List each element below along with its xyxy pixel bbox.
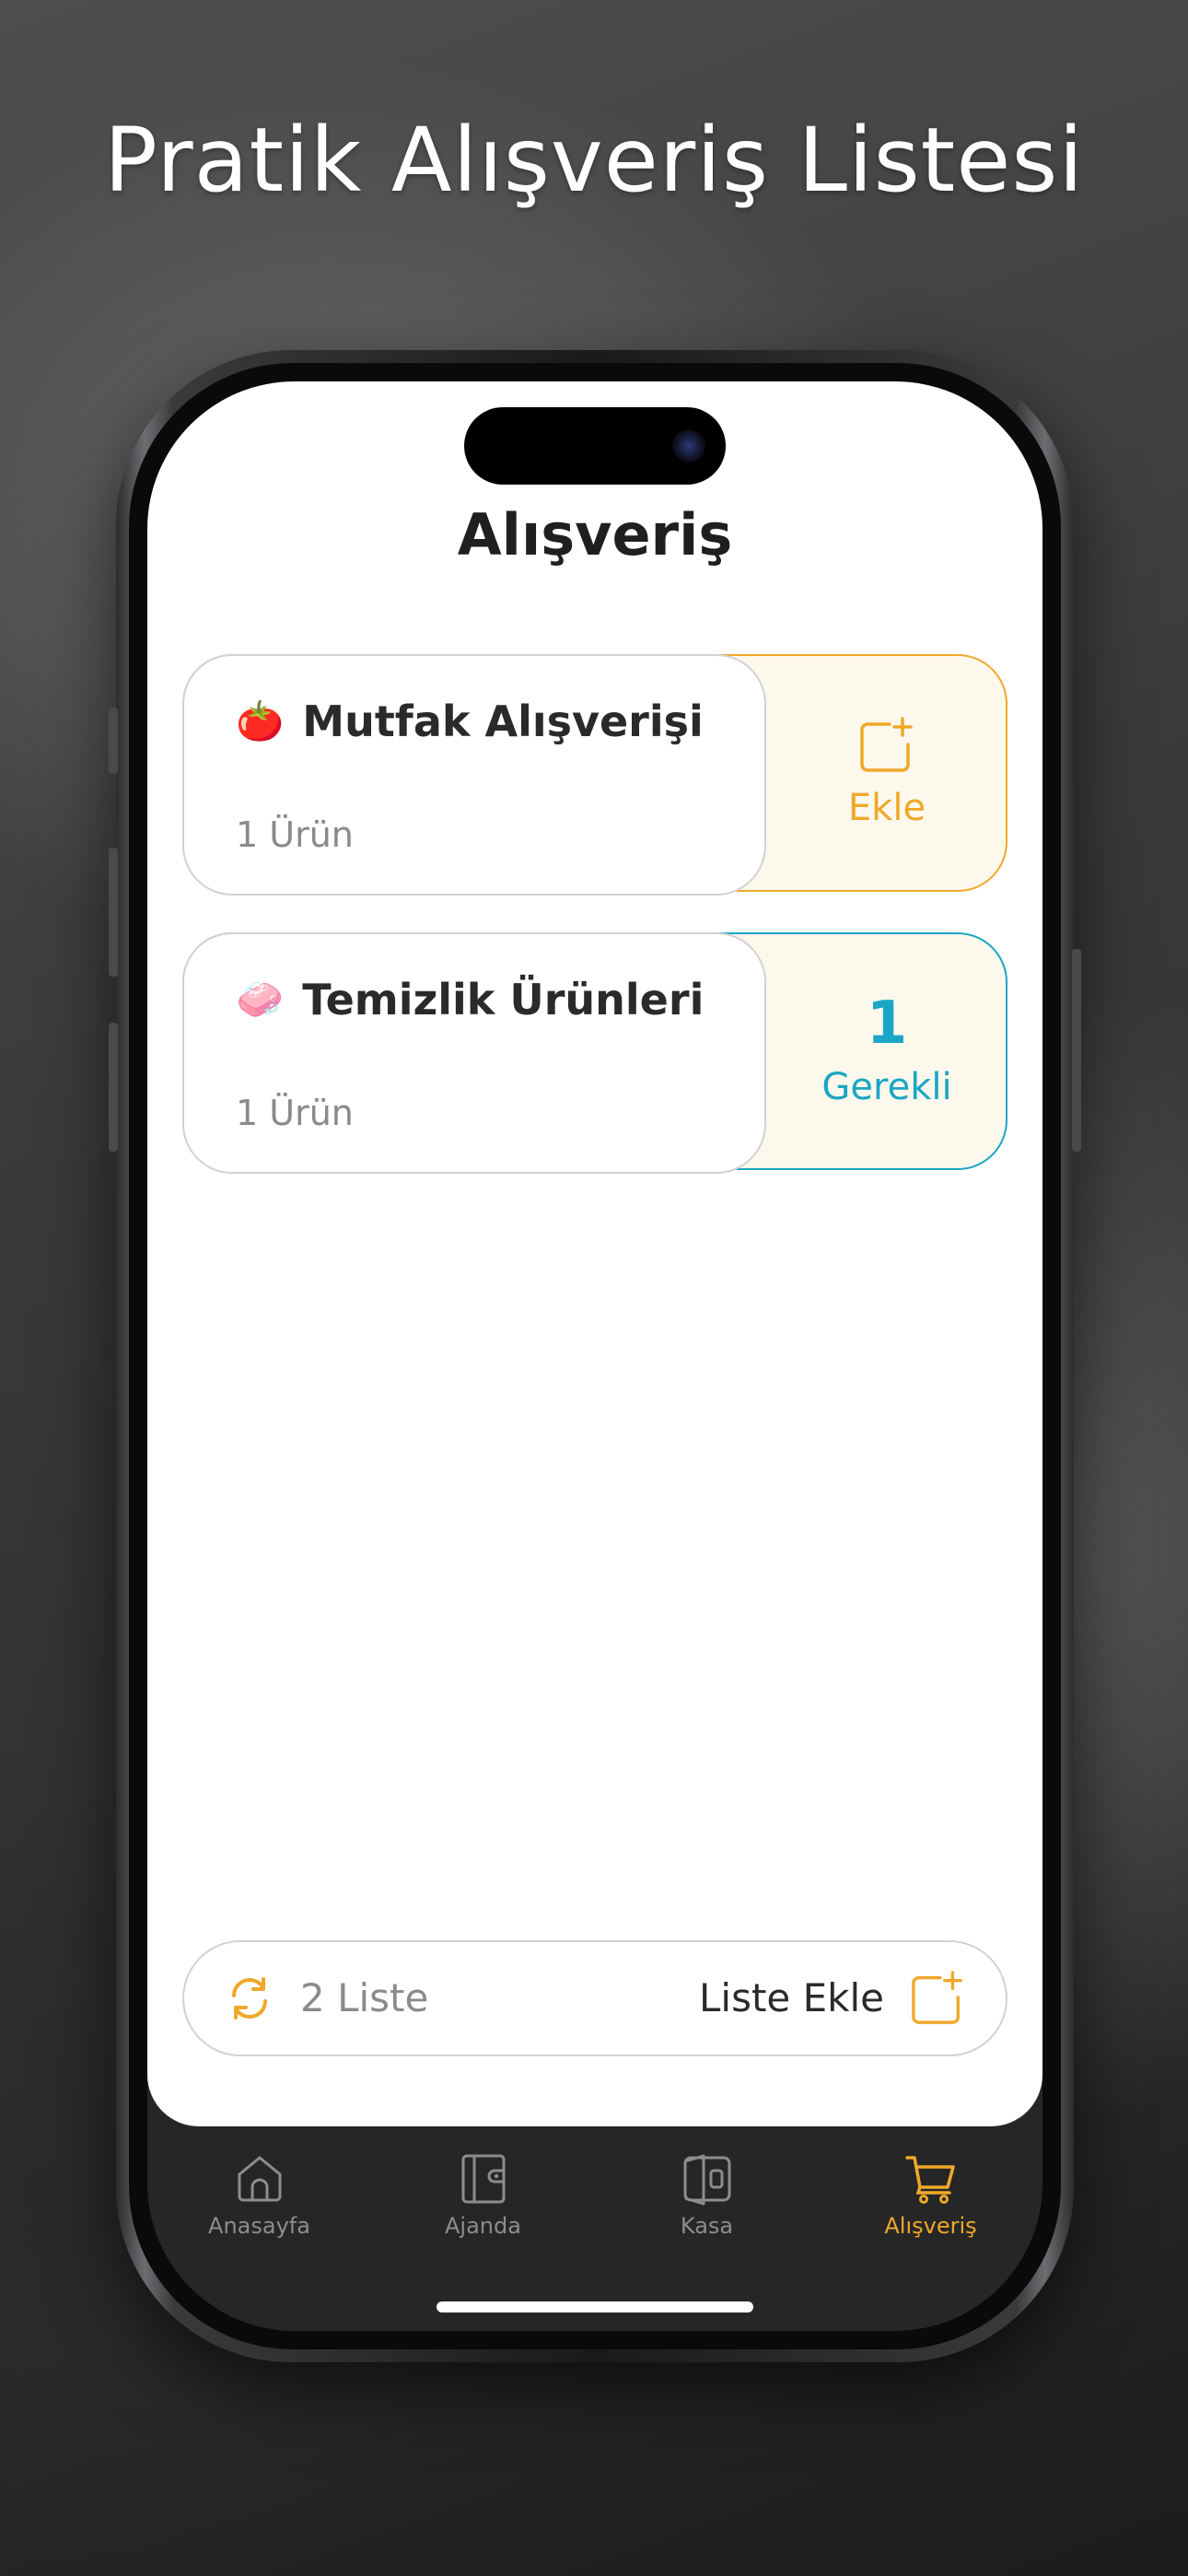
tab-ajanda[interactable]: Ajanda [371, 2150, 595, 2239]
required-label: Gerekli [821, 1066, 952, 1108]
phone-screen: Alışveriş Ekle 🍅 Mutfak Alışverişi 1 Ürü… [147, 381, 1042, 2331]
tab-anasayfa[interactable]: Anasayfa [147, 2150, 371, 2239]
tab-alisveris[interactable]: Alışveriş [819, 2150, 1042, 2239]
tab-label: Kasa [680, 2213, 734, 2239]
list-card-temizlik[interactable]: 1 Gerekli 🧼 Temizlik Ürünleri 1 Ürün [182, 932, 1007, 1174]
list-name: Mutfak Alışverişi [302, 697, 704, 746]
refresh-icon [232, 1976, 267, 2020]
refresh-lists-button[interactable]: 2 Liste [225, 1942, 428, 2054]
add-item-button[interactable]: Ekle [766, 654, 1007, 892]
phone-volume-down-button [109, 1023, 118, 1152]
tomato-icon: 🍅 [236, 698, 285, 744]
home-icon [238, 2156, 281, 2202]
add-list-button[interactable]: Liste Ekle [699, 1942, 965, 2054]
dynamic-island [464, 407, 726, 485]
list-item-count: 1 Ürün [236, 814, 354, 855]
add-item-label: Ekle [847, 787, 926, 829]
list-count-label: 2 Liste [300, 1975, 429, 2020]
front-camera-icon [672, 429, 705, 463]
cart-icon [904, 2156, 955, 2204]
safe-icon [683, 2154, 730, 2206]
app-content: Alışveriş Ekle 🍅 Mutfak Alışverişi 1 Ürü… [147, 381, 1042, 2126]
required-items-button[interactable]: 1 Gerekli [766, 932, 1007, 1170]
add-square-icon [860, 717, 913, 772]
phone-volume-up-button [109, 848, 118, 977]
tab-bar: Anasayfa Ajanda Kasa Alışveriş [147, 2126, 1042, 2331]
tab-kasa[interactable]: Kasa [595, 2150, 819, 2239]
wallet-icon [461, 2154, 505, 2204]
tab-label: Alışveriş [884, 2213, 977, 2239]
list-item-count: 1 Ürün [236, 1093, 354, 1133]
tab-label: Anasayfa [208, 2213, 310, 2239]
list-summary-bar: 2 Liste Liste Ekle [182, 1940, 1007, 2056]
list-card-body[interactable]: 🍅 Mutfak Alışverişi 1 Ürün [182, 654, 766, 896]
phone-power-button [1072, 949, 1081, 1152]
add-square-icon [912, 1970, 962, 2024]
required-count: 1 [866, 989, 908, 1058]
soap-icon: 🧼 [236, 977, 285, 1022]
home-indicator [437, 2301, 753, 2313]
list-card-body[interactable]: 🧼 Temizlik Ürünleri 1 Ürün [182, 932, 766, 1174]
add-list-label: Liste Ekle [699, 1975, 884, 2020]
list-name: Temizlik Ürünleri [302, 975, 705, 1025]
phone-action-button [109, 708, 118, 774]
list-card-mutfak[interactable]: Ekle 🍅 Mutfak Alışverişi 1 Ürün [182, 654, 1007, 896]
list-title: 🍅 Mutfak Alışverişi [236, 697, 704, 746]
marketing-headline: Pratik Alışveriş Listesi [103, 109, 1085, 212]
tab-label: Ajanda [445, 2213, 521, 2239]
page-title: Alışveriş [457, 501, 733, 568]
list-title: 🧼 Temizlik Ürünleri [236, 975, 704, 1025]
